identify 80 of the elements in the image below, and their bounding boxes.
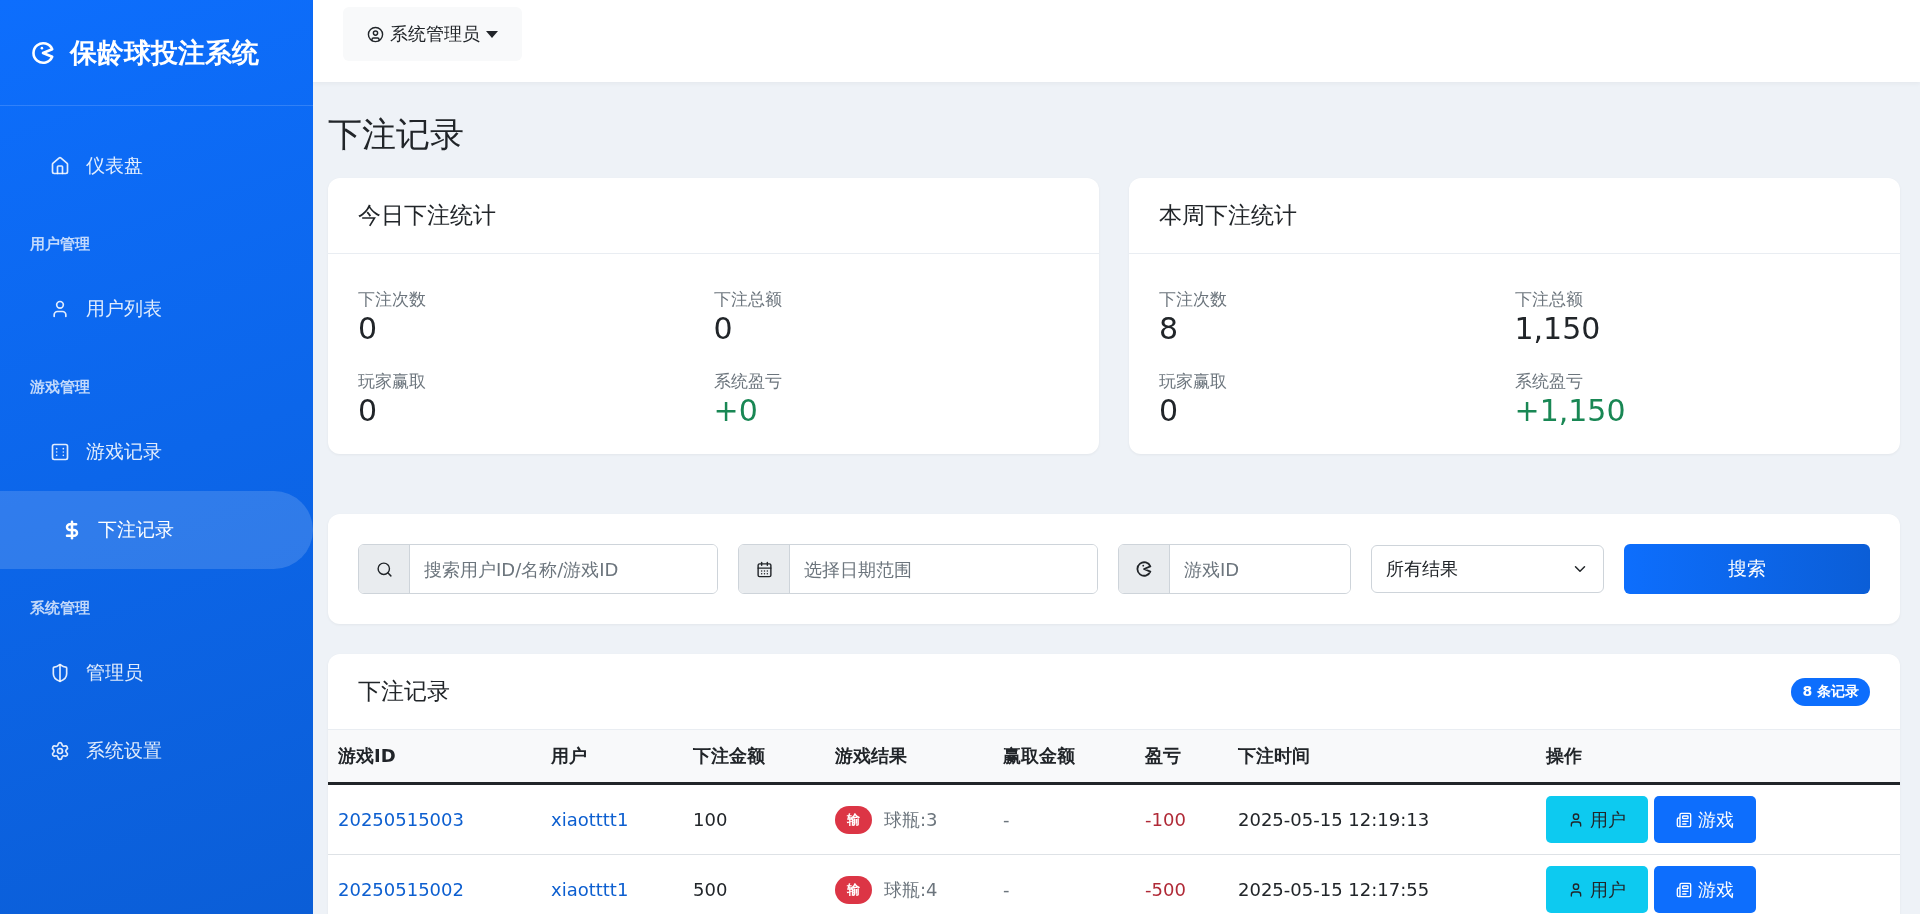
game-button[interactable]: 游戏 bbox=[1654, 866, 1756, 913]
nav-item[interactable]: 系统设置 bbox=[0, 712, 313, 790]
stat-value: +0 bbox=[713, 393, 759, 428]
result-select[interactable]: 所有结果 bbox=[1371, 545, 1604, 593]
document-icon bbox=[1676, 811, 1692, 828]
pin-count: 球瓶:4 bbox=[884, 877, 938, 902]
stat-label: 玩家赢取 bbox=[1159, 370, 1228, 393]
column-header: 赢取金额 bbox=[1003, 744, 1076, 768]
nav-item[interactable]: 仪表盘 bbox=[0, 127, 313, 205]
nav-section-heading: 游戏管理 bbox=[29, 377, 91, 398]
date-range-field[interactable]: 选择日期范围 bbox=[738, 544, 1098, 594]
table-cell-text: 2025-05-15 12:19:13 bbox=[1238, 809, 1431, 830]
nav-section-heading: 系统管理 bbox=[29, 598, 91, 619]
profit-cell-text: -100 bbox=[1145, 809, 1187, 830]
table-cell-text: 100 bbox=[693, 809, 729, 830]
result-badge: 输 bbox=[835, 805, 872, 834]
result-badge: 输 bbox=[835, 875, 872, 904]
stat-value: 0 bbox=[1159, 393, 1180, 428]
table-cell-text: - bbox=[1003, 879, 1011, 900]
user-menu-button[interactable]: 系统管理员 bbox=[343, 7, 522, 61]
nav-item[interactable]: 用户列表 bbox=[0, 270, 313, 348]
game-id-field[interactable]: 游戏ID bbox=[1118, 544, 1351, 594]
column-header: 下注时间 bbox=[1238, 744, 1311, 768]
search-field[interactable]: 搜索用户ID/名称/游戏ID bbox=[358, 544, 718, 594]
user-button[interactable]: 用户 bbox=[1546, 796, 1648, 843]
calendar-icon bbox=[755, 560, 773, 578]
stat-value: 8 bbox=[1159, 311, 1180, 346]
table-cell-text: 2025-05-15 12:17:55 bbox=[1238, 879, 1431, 900]
column-header: 游戏结果 bbox=[835, 744, 908, 768]
game-id-link[interactable]: 20250515002 bbox=[338, 879, 551, 900]
nav-section-heading: 用户管理 bbox=[29, 234, 91, 255]
user-link[interactable]: xiaotttt1 bbox=[551, 879, 693, 900]
card-title: 今日下注统计 bbox=[358, 201, 496, 230]
stat-value: +1,150 bbox=[1514, 393, 1627, 428]
column-header: 盈亏 bbox=[1145, 744, 1182, 768]
stat-label: 下注次数 bbox=[1159, 288, 1228, 311]
stat-value: 1,150 bbox=[1514, 311, 1602, 346]
nav-item[interactable]: 管理员 bbox=[0, 634, 313, 712]
table-cell-text: 500 bbox=[693, 879, 729, 900]
column-header: 下注金额 bbox=[693, 744, 766, 768]
document-icon bbox=[1676, 881, 1692, 898]
logo-icon bbox=[30, 39, 56, 66]
search-button[interactable]: 搜索 bbox=[1624, 544, 1870, 594]
stat-label: 下注总额 bbox=[713, 288, 783, 311]
card-title: 下注记录 bbox=[358, 677, 450, 706]
dice-icon bbox=[50, 442, 70, 462]
stat-label: 系统盈亏 bbox=[713, 370, 783, 393]
page-title: 下注记录 bbox=[328, 113, 465, 156]
shield-icon bbox=[50, 663, 70, 683]
person-icon bbox=[1568, 881, 1584, 898]
column-header: 用户 bbox=[551, 744, 588, 768]
column-header: 操作 bbox=[1546, 744, 1583, 768]
stat-value: 0 bbox=[713, 311, 734, 346]
stat-label: 下注次数 bbox=[358, 288, 427, 311]
table-cell-text: - bbox=[1003, 809, 1011, 830]
caret-icon bbox=[486, 30, 498, 38]
pin-count: 球瓶:3 bbox=[884, 807, 938, 832]
user-button[interactable]: 用户 bbox=[1546, 866, 1648, 913]
count-badge: 8 条记录 bbox=[1791, 677, 1870, 706]
settings-icon bbox=[50, 741, 70, 761]
nav-item[interactable]: 游戏记录 bbox=[0, 413, 313, 491]
stat-value: 0 bbox=[358, 311, 379, 346]
profit-cell-text: -500 bbox=[1145, 879, 1187, 900]
stat-label: 系统盈亏 bbox=[1514, 370, 1584, 393]
person-icon bbox=[1568, 811, 1584, 828]
game-button[interactable]: 游戏 bbox=[1654, 796, 1756, 843]
person-icon bbox=[50, 299, 70, 319]
column-header: 游戏ID bbox=[338, 744, 397, 768]
stat-label: 下注总额 bbox=[1514, 288, 1584, 311]
user-link[interactable]: xiaotttt1 bbox=[551, 809, 693, 830]
game-icon bbox=[1135, 560, 1153, 578]
stat-label: 玩家赢取 bbox=[358, 370, 427, 393]
user-circle-icon bbox=[367, 25, 384, 43]
stat-value: 0 bbox=[358, 393, 379, 428]
house-icon bbox=[50, 156, 70, 176]
card-title: 本周下注统计 bbox=[1159, 201, 1297, 230]
game-id-link[interactable]: 20250515003 bbox=[338, 809, 551, 830]
search-icon bbox=[375, 560, 393, 578]
brand-title: 保龄球投注系统 bbox=[70, 35, 259, 70]
nav-item[interactable]: 下注记录 bbox=[0, 491, 313, 569]
